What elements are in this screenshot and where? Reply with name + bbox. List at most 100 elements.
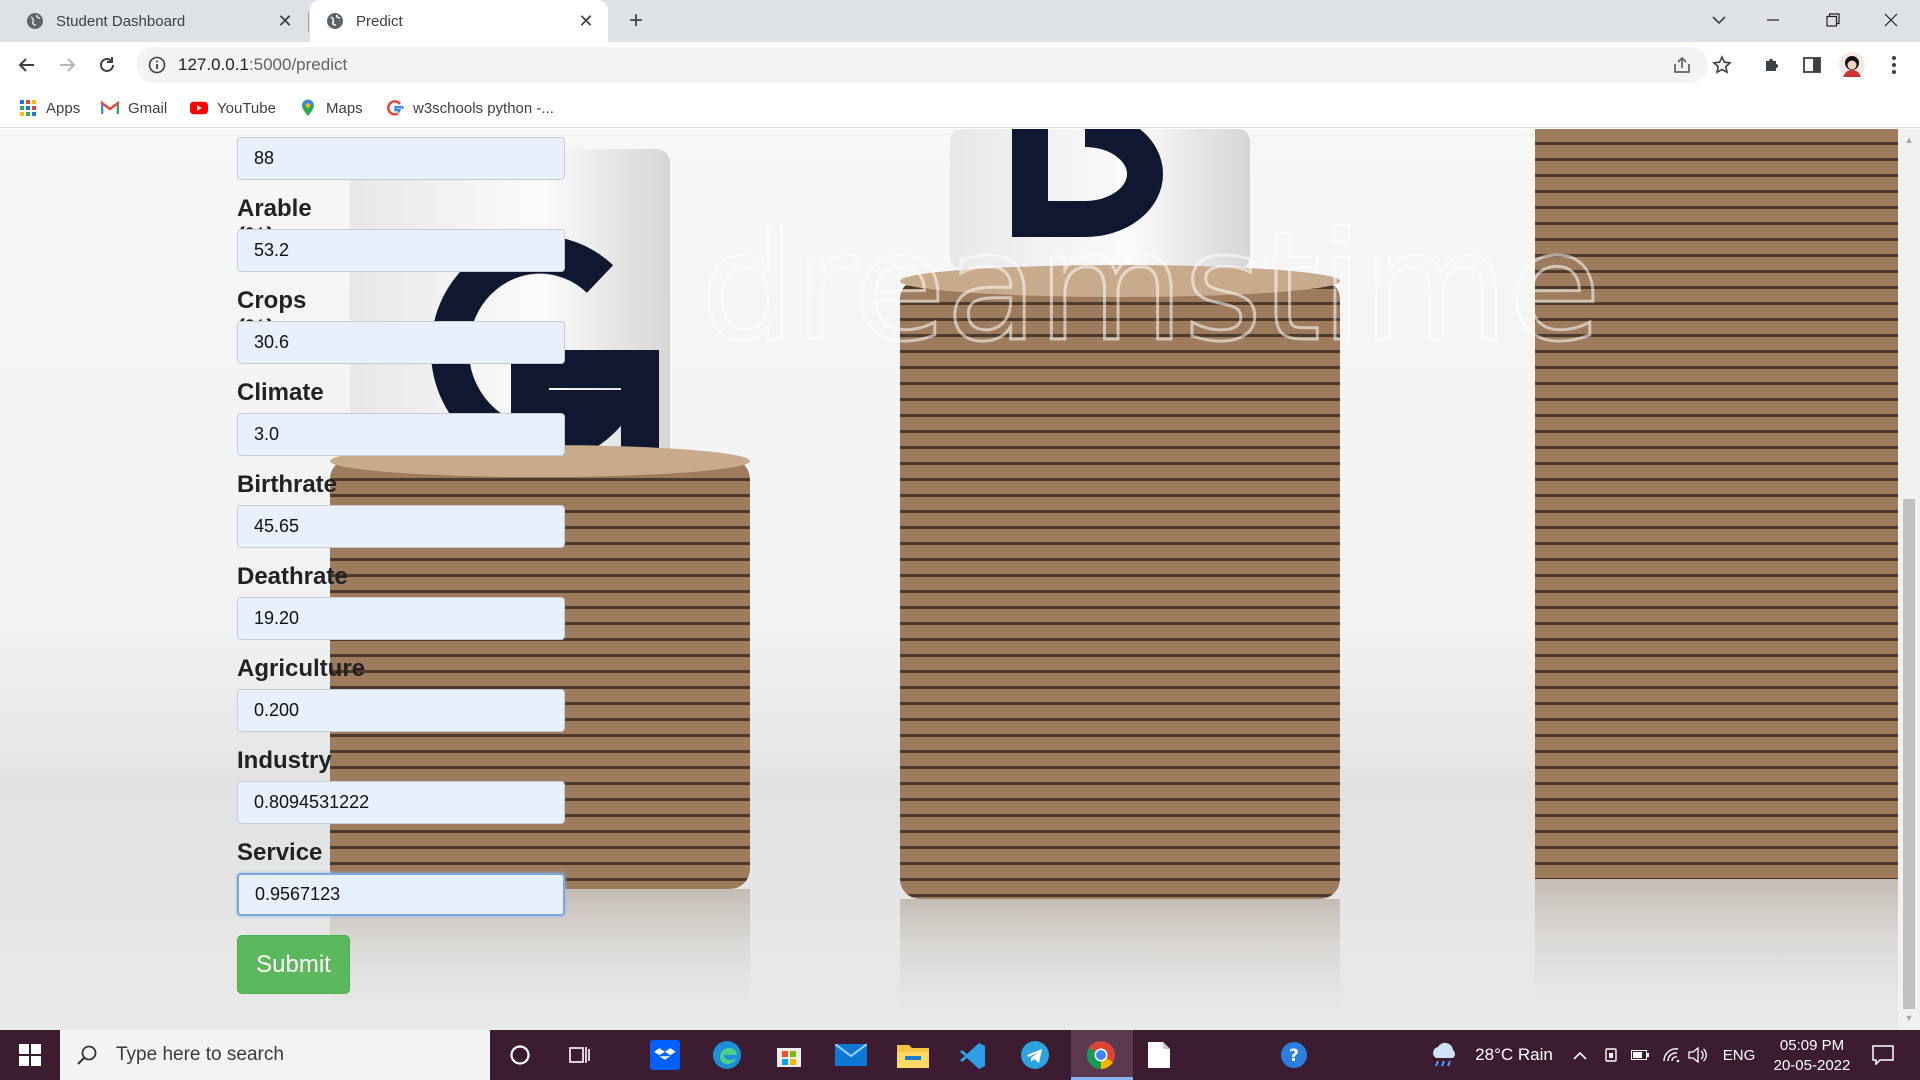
tray-meet-now[interactable] <box>1600 1030 1624 1080</box>
industry-label: Industry <box>237 747 332 774</box>
taskbar-telegram[interactable] <box>1013 1030 1057 1080</box>
bookmark-youtube[interactable]: YouTube <box>190 88 276 128</box>
chevron-up-icon <box>1573 1051 1587 1060</box>
bookmark-maps[interactable]: Maps <box>299 88 363 128</box>
restore-button[interactable] <box>1808 0 1858 40</box>
minimize-icon <box>1767 19 1779 21</box>
bookmark-label: Apps <box>46 99 81 117</box>
side-panel-icon <box>1803 57 1821 73</box>
tab-search-button[interactable] <box>1694 0 1744 40</box>
pop-density-input[interactable] <box>237 137 565 180</box>
service-input[interactable] <box>237 873 565 916</box>
agriculture-input[interactable] <box>237 689 565 732</box>
taskbar-search[interactable]: Type here to search <box>60 1030 490 1080</box>
tray-wifi[interactable] <box>1660 1030 1684 1080</box>
tab-separator <box>308 12 309 32</box>
url-host: 127.0.0.1 <box>178 55 249 74</box>
share-icon <box>1674 56 1690 73</box>
clock[interactable]: 05:09 PM 20-05-2022 <box>1764 1030 1860 1080</box>
taskbar-help[interactable]: ? <box>1272 1030 1316 1080</box>
scrollbar-thumb[interactable] <box>1903 499 1915 1009</box>
bookmark-gmail[interactable]: Gmail <box>101 88 167 128</box>
taskbar-vscode[interactable] <box>951 1030 995 1080</box>
taskbar-file-explorer[interactable] <box>891 1030 935 1080</box>
bookmark-label: YouTube <box>217 99 276 117</box>
forward-button[interactable] <box>51 49 83 81</box>
tab-predict[interactable]: Predict ✕ <box>310 0 608 42</box>
bookmark-w3schools[interactable]: w3schools python -... <box>386 88 554 128</box>
arrow-right-icon <box>60 58 76 72</box>
kebab-menu-icon <box>1892 56 1896 74</box>
taskbar-store[interactable] <box>767 1030 811 1080</box>
avatar <box>1839 52 1865 78</box>
svg-text:dreamstime: dreamstime <box>700 201 1601 375</box>
weather-text[interactable]: 28°C Rain <box>1468 1030 1560 1080</box>
help-icon: ? <box>1281 1042 1307 1068</box>
menu-button[interactable] <box>1880 51 1908 79</box>
notifications-button[interactable] <box>1862 1030 1904 1080</box>
tray-overflow-button[interactable] <box>1570 1030 1590 1080</box>
share-button[interactable] <box>1668 51 1696 79</box>
tray-battery[interactable] <box>1628 1030 1652 1080</box>
close-window-button[interactable] <box>1866 0 1916 40</box>
language-indicator[interactable]: ENG <box>1718 1030 1760 1080</box>
back-button[interactable] <box>11 49 43 81</box>
tab-strip: Student Dashboard ✕ Predict ✕ + <box>0 0 1920 42</box>
arable-input[interactable] <box>237 229 565 272</box>
maps-pin-icon <box>299 99 317 117</box>
taskbar-chrome-active[interactable] <box>1071 1030 1133 1080</box>
mail-icon <box>835 1044 867 1066</box>
new-tab-button[interactable]: + <box>622 8 650 36</box>
climate-label: Climate <box>237 379 324 406</box>
scroll-down-icon[interactable]: ▼ <box>1904 1013 1914 1023</box>
taskbar-mail[interactable] <box>829 1030 873 1080</box>
windows-logo-icon <box>19 1044 41 1066</box>
clock-time: 05:09 PM <box>1779 1036 1845 1054</box>
tab-close-icon[interactable]: ✕ <box>576 11 596 31</box>
tray-volume[interactable] <box>1686 1030 1710 1080</box>
birthrate-label: Birthrate <box>237 471 338 498</box>
birthrate-input[interactable] <box>237 505 565 548</box>
task-view-button[interactable] <box>560 1030 600 1080</box>
minimize-button[interactable] <box>1748 0 1798 40</box>
cortana-button[interactable] <box>500 1030 540 1080</box>
address-bar[interactable]: 127.0.0.1:5000/predict <box>136 47 1708 83</box>
taskbar-edge[interactable] <box>705 1030 749 1080</box>
tab-student-dashboard[interactable]: Student Dashboard ✕ <box>10 0 307 42</box>
extensions-button[interactable] <box>1758 51 1786 79</box>
taskbar-dropbox[interactable] <box>643 1030 687 1080</box>
side-panel-button[interactable] <box>1798 51 1826 79</box>
start-button[interactable] <box>0 1030 60 1080</box>
deathrate-label: Deathrate <box>237 563 348 590</box>
tab-title: Student Dashboard <box>56 12 186 30</box>
bookmark-label: Maps <box>326 99 363 117</box>
page-scrollbar[interactable]: ▲ ▼ <box>1898 129 1920 1030</box>
taskbar-notepad[interactable] <box>1137 1030 1181 1080</box>
profile-button[interactable] <box>1838 51 1866 79</box>
gmail-icon <box>101 99 119 117</box>
windows-taskbar: Type here to search ? 28°C Rain ENG 05:0… <box>0 1030 1920 1080</box>
apps-grid-icon <box>19 99 37 117</box>
service-label: Service <box>237 839 323 866</box>
climate-input[interactable] <box>237 413 565 456</box>
submit-button[interactable]: Submit <box>237 935 350 994</box>
info-icon[interactable] <box>148 56 166 74</box>
clock-date: 20-05-2022 <box>1773 1056 1851 1074</box>
deathrate-input[interactable] <box>237 597 565 640</box>
reload-button[interactable] <box>91 49 123 81</box>
scroll-up-icon[interactable]: ▲ <box>1904 135 1914 145</box>
url-text[interactable]: 127.0.0.1:5000/predict <box>178 47 347 83</box>
tab-close-icon[interactable]: ✕ <box>275 11 295 31</box>
store-icon <box>777 1048 801 1067</box>
battery-icon <box>1631 1050 1649 1060</box>
star-icon <box>1712 55 1732 74</box>
google-icon <box>386 99 404 117</box>
bookmark-star-button[interactable] <box>1708 51 1736 79</box>
agriculture-label: Agriculture <box>237 655 366 682</box>
bookmarks-bar: Apps Gmail YouTube Maps w3schools python… <box>0 88 1920 128</box>
industry-input[interactable] <box>237 781 565 824</box>
puzzle-icon <box>1766 59 1778 71</box>
crops-input[interactable] <box>237 321 565 364</box>
weather-button[interactable] <box>1428 1030 1460 1080</box>
bookmark-apps[interactable]: Apps <box>19 88 80 128</box>
